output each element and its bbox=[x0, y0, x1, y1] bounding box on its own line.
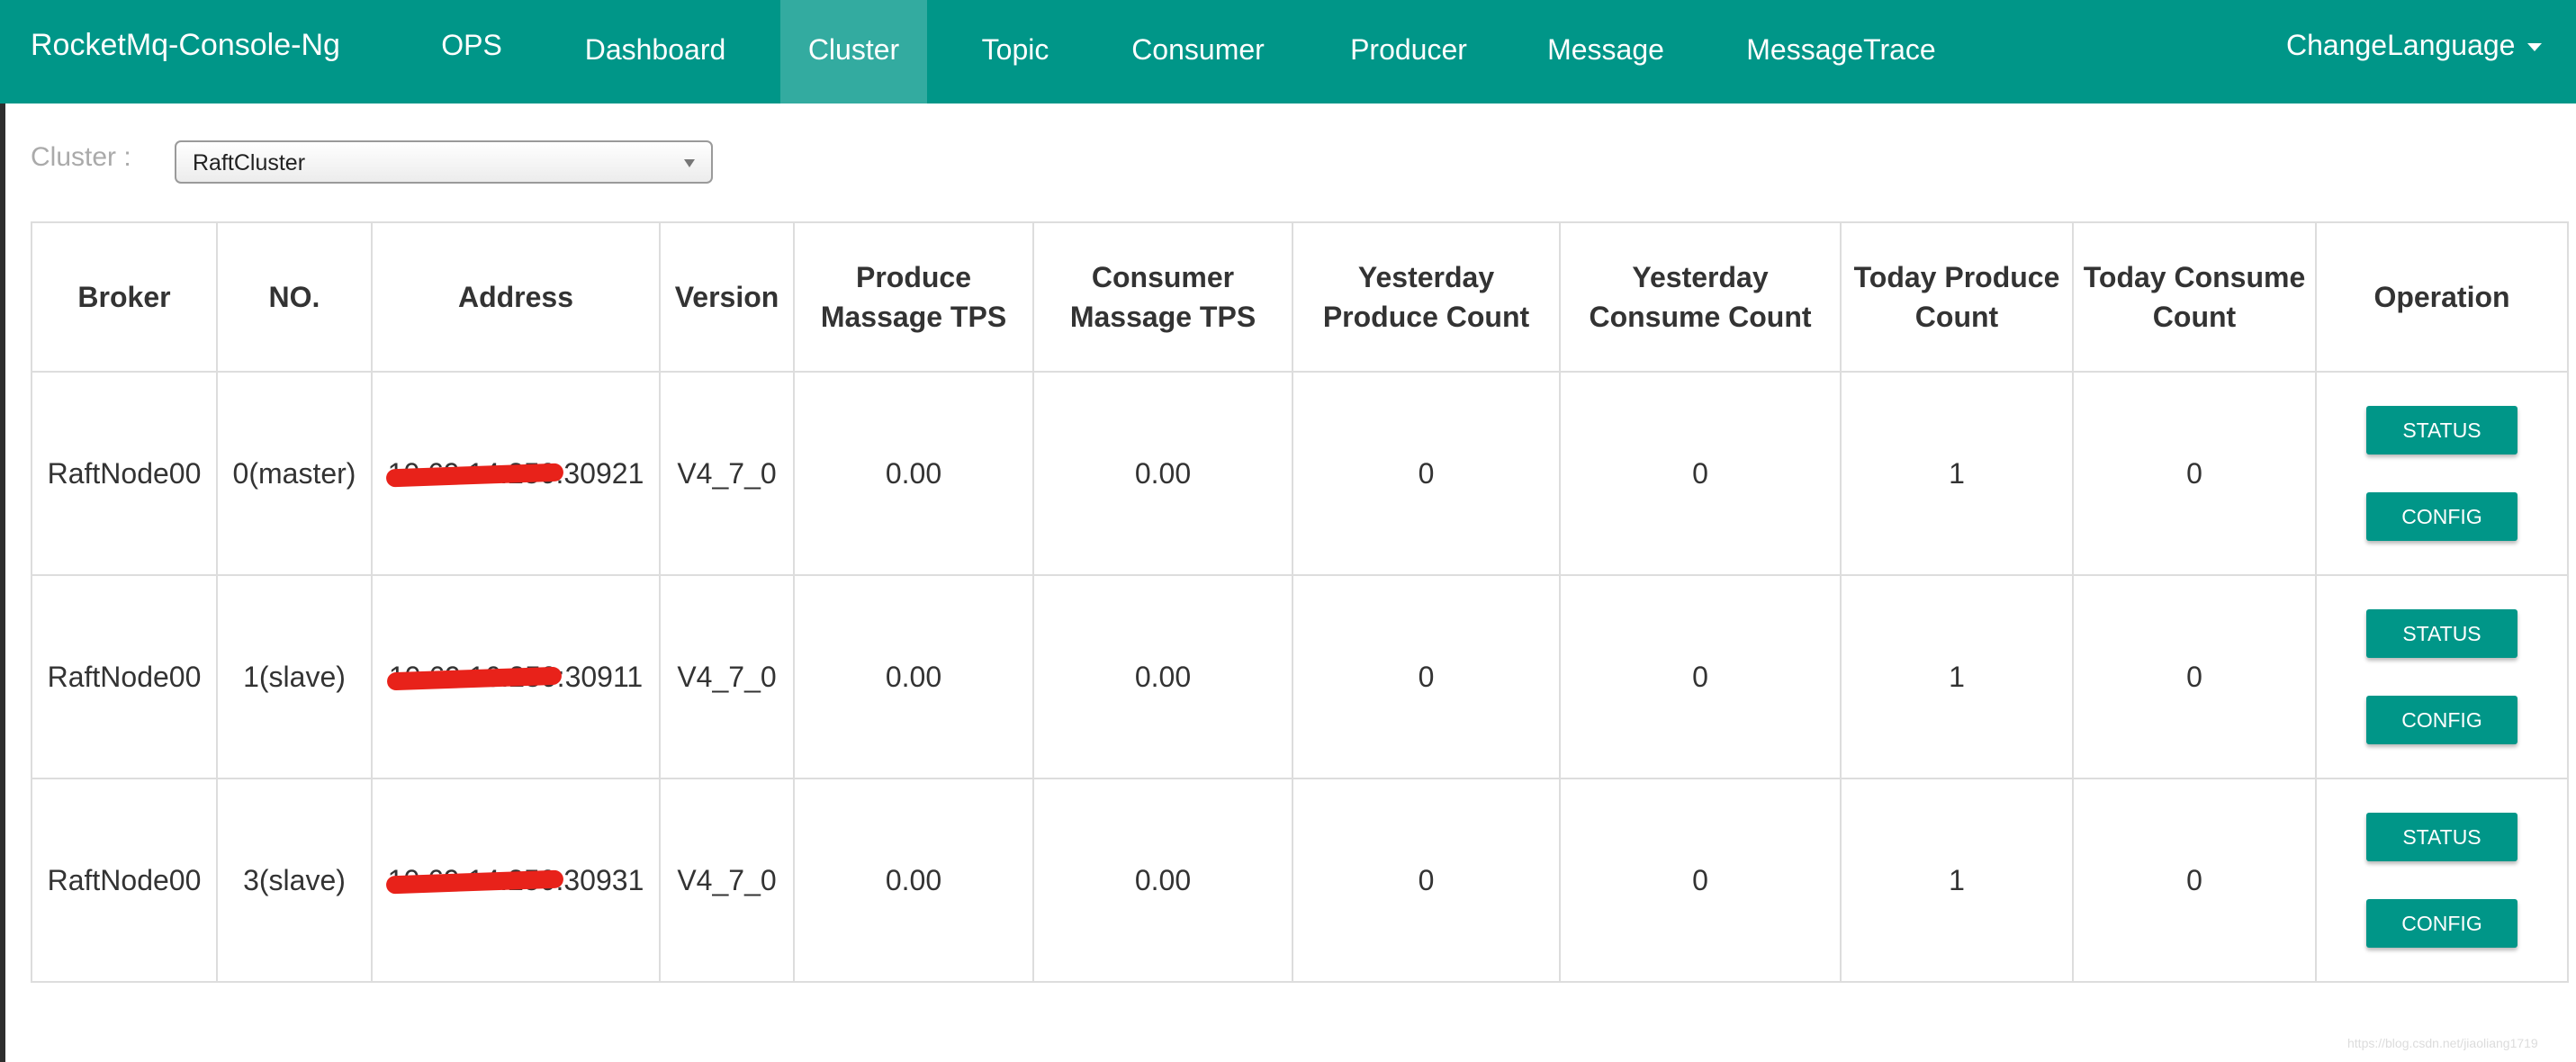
config-button[interactable]: CONFIG bbox=[2366, 696, 2517, 744]
nav-dashboard[interactable]: Dashboard bbox=[564, 0, 746, 104]
cluster-label: Cluster : bbox=[31, 142, 131, 172]
table-header-row: Broker NO. Address Version Produce Massa… bbox=[31, 221, 2569, 373]
address-value: 10.69.14.250:30921 bbox=[385, 457, 644, 490]
address-value: 10.69.16.250:30911 bbox=[386, 661, 643, 694]
cell-version: V4_7_0 bbox=[659, 778, 795, 983]
change-language-label: ChangeLanguage bbox=[2286, 29, 2516, 61]
brand-link[interactable]: RocketMq-Console-Ng bbox=[31, 0, 340, 90]
cell-operation: STATUS CONFIG bbox=[2315, 778, 2569, 983]
broker-table: Broker NO. Address Version Produce Massa… bbox=[31, 221, 2569, 983]
cell-produce-tps: 0.00 bbox=[793, 371, 1034, 576]
nav-cluster[interactable]: Cluster bbox=[780, 0, 927, 104]
config-button[interactable]: CONFIG bbox=[2366, 492, 2517, 541]
cell-address: 10.69.14.250:30921 bbox=[371, 371, 661, 576]
cell-yesterday-produce: 0 bbox=[1292, 574, 1561, 779]
cluster-select[interactable]: RaftCluster bbox=[175, 140, 713, 184]
status-button[interactable]: STATUS bbox=[2366, 609, 2517, 658]
col-header-version: Version bbox=[659, 221, 795, 373]
watermark: https://blog.csdn.net/jiaoliang1719 bbox=[2347, 1036, 2538, 1050]
col-header-today-produce: Today Produce Count bbox=[1840, 221, 2074, 373]
col-header-yesterday-consume: Yesterday Consume Count bbox=[1559, 221, 1842, 373]
cell-version: V4_7_0 bbox=[659, 574, 795, 779]
cell-broker: RaftNode00 bbox=[31, 778, 218, 983]
col-header-today-consume: Today Consume Count bbox=[2072, 221, 2317, 373]
status-button[interactable]: STATUS bbox=[2366, 406, 2517, 454]
cell-yesterday-consume: 0 bbox=[1559, 371, 1842, 576]
config-button[interactable]: CONFIG bbox=[2366, 899, 2517, 948]
cell-today-produce: 1 bbox=[1840, 778, 2074, 983]
nav-messagetrace[interactable]: MessageTrace bbox=[1726, 0, 1956, 104]
table-row: RaftNode00 0(master) 10.69.14.250:30921 … bbox=[31, 371, 2569, 576]
col-header-no: NO. bbox=[216, 221, 373, 373]
cell-no: 0(master) bbox=[216, 371, 373, 576]
col-header-operation: Operation bbox=[2315, 221, 2569, 373]
nav-consumer[interactable]: Consumer bbox=[1116, 0, 1280, 104]
cell-yesterday-consume: 0 bbox=[1559, 778, 1842, 983]
table-row: RaftNode00 1(slave) 10.69.16.250:30911 V… bbox=[31, 574, 2569, 779]
cell-today-produce: 1 bbox=[1840, 574, 2074, 779]
cell-address: 10.69.16.250:30911 bbox=[371, 574, 661, 779]
cell-yesterday-produce: 0 bbox=[1292, 778, 1561, 983]
top-navbar: RocketMq-Console-Ng OPS Dashboard Cluste… bbox=[0, 0, 2576, 104]
nav-ops[interactable]: OPS bbox=[424, 0, 519, 104]
col-header-yesterday-produce: Yesterday Produce Count bbox=[1292, 221, 1561, 373]
cell-address: 10.69.14.250:30931 bbox=[371, 778, 661, 983]
cell-yesterday-produce: 0 bbox=[1292, 371, 1561, 576]
cell-no: 1(slave) bbox=[216, 574, 373, 779]
cell-broker: RaftNode00 bbox=[31, 371, 218, 576]
cell-consumer-tps: 0.00 bbox=[1032, 371, 1293, 576]
cell-consumer-tps: 0.00 bbox=[1032, 574, 1293, 779]
cell-yesterday-consume: 0 bbox=[1559, 574, 1842, 779]
status-button[interactable]: STATUS bbox=[2366, 813, 2517, 861]
col-header-consumer-tps: Consumer Massage TPS bbox=[1032, 221, 1293, 373]
cell-version: V4_7_0 bbox=[659, 371, 795, 576]
caret-down-icon bbox=[2527, 43, 2543, 52]
cell-consumer-tps: 0.00 bbox=[1032, 778, 1293, 983]
cell-produce-tps: 0.00 bbox=[793, 778, 1034, 983]
cell-operation: STATUS CONFIG bbox=[2315, 574, 2569, 779]
col-header-produce-tps: Produce Massage TPS bbox=[793, 221, 1034, 373]
cell-broker: RaftNode00 bbox=[31, 574, 218, 779]
address-value: 10.69.14.250:30931 bbox=[385, 864, 644, 897]
cell-today-consume: 0 bbox=[2072, 778, 2317, 983]
cell-no: 3(slave) bbox=[216, 778, 373, 983]
cluster-select-value: RaftCluster bbox=[193, 150, 306, 176]
col-header-address: Address bbox=[371, 221, 661, 373]
cell-operation: STATUS CONFIG bbox=[2315, 371, 2569, 576]
cell-today-produce: 1 bbox=[1840, 371, 2074, 576]
nav-message[interactable]: Message bbox=[1537, 0, 1674, 104]
col-header-broker: Broker bbox=[31, 221, 218, 373]
nav-topic[interactable]: Topic bbox=[961, 0, 1069, 104]
cell-today-consume: 0 bbox=[2072, 574, 2317, 779]
select-arrow-icon bbox=[684, 159, 695, 167]
window-left-edge bbox=[0, 0, 5, 1062]
cell-produce-tps: 0.00 bbox=[793, 574, 1034, 779]
change-language-dropdown[interactable]: ChangeLanguage bbox=[2286, 0, 2543, 90]
table-row: RaftNode00 3(slave) 10.69.14.250:30931 V… bbox=[31, 778, 2569, 983]
nav-producer[interactable]: Producer bbox=[1330, 0, 1487, 104]
cell-today-consume: 0 bbox=[2072, 371, 2317, 576]
